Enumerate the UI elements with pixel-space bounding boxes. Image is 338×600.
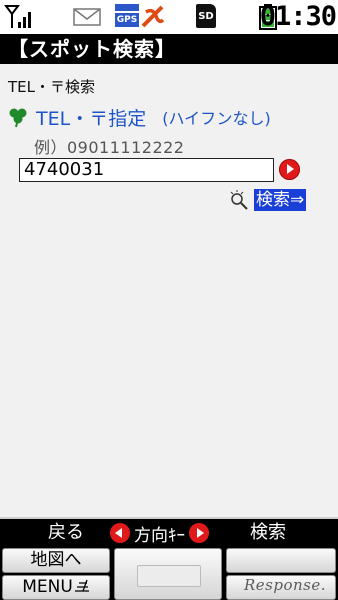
status-bar: GPS SD 01:30 (0, 0, 338, 34)
field-note: (ハイフンなし) (162, 109, 271, 128)
gps-label: GPS (115, 13, 139, 27)
softkey-bar: 戻る 方向ｷｰ 検索 (0, 520, 338, 546)
menu-button[interactable]: MENU (2, 575, 110, 600)
watermark: Response. (243, 576, 326, 594)
function-keys: 地図へ MENU Response. (0, 546, 338, 600)
mail-icon (72, 4, 102, 30)
ezweb-icon (140, 4, 166, 30)
status-clock: 01:30 (259, 1, 337, 32)
phone-postal-input[interactable]: 4740031 (19, 158, 274, 182)
search-action[interactable]: 検索⇒ (228, 189, 307, 211)
title-bar: 【スポット検索】 (0, 34, 338, 64)
sd-label: SD (196, 4, 216, 28)
signal-bars-icon (4, 4, 34, 30)
field-title: TEL・〒指定 (36, 107, 147, 130)
gps-icon: GPS (115, 4, 139, 30)
page-title: 【スポット検索】 (8, 37, 176, 61)
section-label: TEL・〒検索 (8, 78, 95, 96)
center-key-inner (137, 565, 201, 587)
main-content: TEL・〒検索 TEL・〒指定 (ハイフンなし) 例）09011112222 4… (0, 64, 338, 519)
right-function-key-top[interactable] (226, 548, 336, 573)
menu-label: MENU (22, 577, 73, 597)
search-softkey[interactable]: 検索 (250, 520, 286, 546)
search-icon (230, 190, 248, 210)
clover-icon (9, 108, 27, 128)
back-softkey[interactable]: 戻る (48, 520, 84, 546)
example-text: 例）09011112222 (34, 138, 185, 157)
input-select-button[interactable] (279, 159, 300, 180)
direction-key-hint[interactable]: 方向ｷｰ (110, 520, 209, 546)
menu-icon (74, 579, 89, 592)
field-header: TEL・〒指定 (ハイフンなし) (6, 104, 271, 130)
right-arrow-icon (189, 523, 209, 543)
sd-card-icon: SD (196, 4, 216, 30)
direction-key-label: 方向ｷｰ (134, 525, 185, 546)
center-key[interactable] (114, 548, 222, 600)
map-button[interactable]: 地図へ (2, 548, 110, 573)
search-link[interactable]: 検索⇒ (254, 189, 307, 211)
left-arrow-icon (110, 523, 130, 543)
